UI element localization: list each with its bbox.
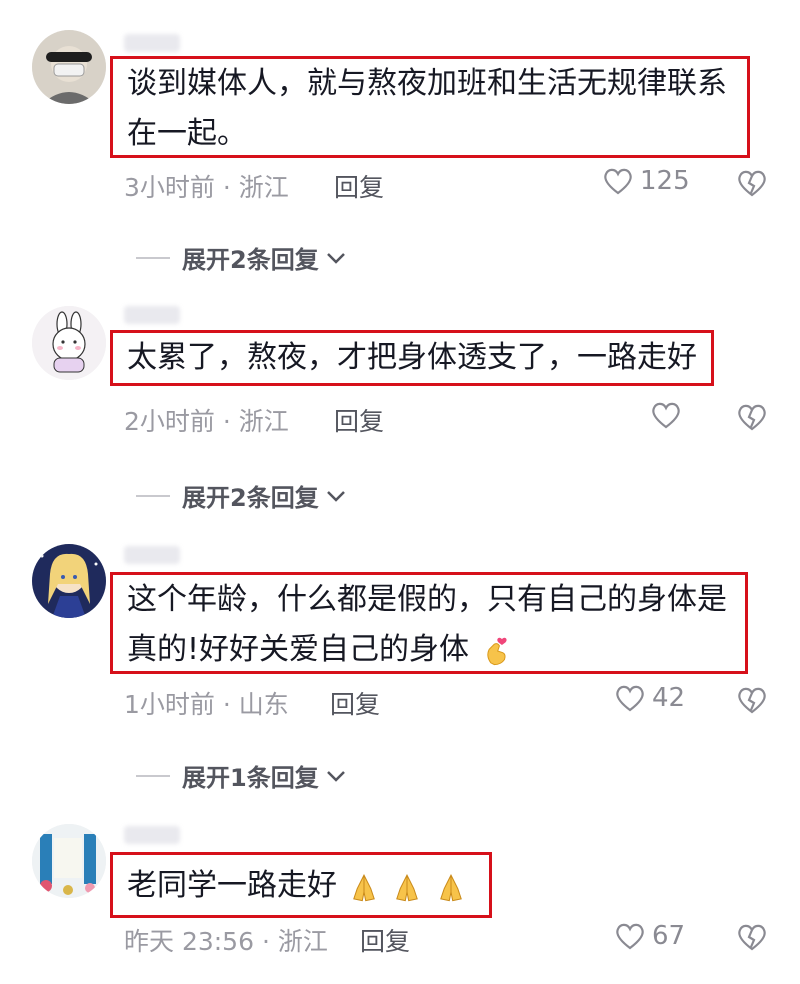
heart-icon (652, 402, 680, 429)
comment-text: 谈到媒体人，就与熬夜加班和生活无规律联系在一起。 (127, 66, 727, 151)
reply-button[interactable]: 回复 (360, 922, 410, 958)
comment-text: 老同学一路走好 (127, 861, 475, 911)
dislike-button[interactable] (736, 685, 768, 715)
broken-heart-icon (738, 924, 766, 951)
avatar-image (32, 30, 106, 104)
like-button[interactable]: 42 (614, 683, 685, 713)
username-blurred[interactable] (124, 826, 180, 844)
highlighted-comment-box: 太累了，熬夜，才把身体透支了，一路走好 (110, 330, 714, 386)
reply-button[interactable]: 回复 (330, 685, 380, 721)
like-count: 125 (640, 166, 690, 196)
finger-heart-emoji-icon (486, 637, 507, 665)
reply-button[interactable]: 回复 (334, 168, 384, 204)
chevron-down-icon (326, 252, 345, 264)
dislike-button[interactable] (736, 922, 768, 952)
comment-text: 太累了，熬夜，才把身体透支了，一路走好 (127, 340, 697, 375)
dislike-button[interactable] (736, 168, 768, 198)
comment-meta: 2小时前 · 浙江 (124, 407, 289, 436)
like-button[interactable] (650, 400, 682, 430)
dislike-button[interactable] (736, 402, 768, 432)
divider-line (136, 774, 170, 777)
comment-meta: 3小时前 · 浙江 (124, 173, 289, 202)
avatar[interactable] (32, 30, 106, 104)
expand-replies-label: 展开2条回复 (182, 484, 319, 512)
reply-button[interactable]: 回复 (334, 402, 384, 438)
avatar-image (32, 306, 106, 380)
like-button[interactable]: 125 (602, 166, 690, 196)
chevron-down-icon (326, 770, 345, 782)
comment-text-content: 这个年龄，什么都是假的，只有自己的身体是真的!好好关爱自己的身体 (127, 582, 727, 667)
heart-icon (616, 923, 644, 950)
highlighted-comment-box: 谈到媒体人，就与熬夜加班和生活无规律联系在一起。 (110, 56, 750, 158)
comment-text: 这个年龄，什么都是假的，只有自己的身体是真的!好好关爱自己的身体 (127, 575, 731, 675)
avatar[interactable] (32, 824, 106, 898)
heart-icon (616, 685, 644, 712)
chevron-down-icon (326, 490, 345, 502)
broken-heart-icon (738, 170, 766, 197)
broken-heart-icon (738, 687, 766, 714)
like-count: 67 (652, 921, 686, 951)
like-count: 42 (652, 683, 686, 713)
like-button[interactable]: 67 (614, 921, 685, 951)
comment-text-content: 老同学一路走好 (127, 868, 337, 903)
folded-hands-emoji-icon (352, 873, 375, 901)
expand-replies-button[interactable]: 展开1条回复 (136, 758, 347, 793)
heart-icon (604, 168, 632, 195)
username-blurred[interactable] (124, 34, 180, 52)
expand-replies-button[interactable]: 展开2条回复 (136, 478, 347, 513)
highlighted-comment-box: 老同学一路走好 (110, 852, 492, 918)
divider-line (136, 494, 170, 497)
comment-meta: 1小时前 · 山东 (124, 690, 289, 719)
broken-heart-icon (738, 404, 766, 431)
folded-hands-emoji-icon (439, 873, 462, 901)
folded-hands-emoji-icon (396, 873, 418, 901)
comment-meta: 昨天 23:56 · 浙江 (124, 927, 328, 956)
avatar[interactable] (32, 306, 106, 380)
highlighted-comment-box: 这个年龄，什么都是假的，只有自己的身体是真的!好好关爱自己的身体 (110, 572, 748, 674)
username-blurred[interactable] (124, 546, 180, 564)
expand-replies-label: 展开2条回复 (182, 246, 319, 274)
avatar[interactable] (32, 544, 106, 618)
avatar-image (32, 544, 106, 618)
divider-line (136, 256, 170, 259)
expand-replies-button[interactable]: 展开2条回复 (136, 240, 347, 275)
avatar-image (32, 824, 106, 898)
username-blurred[interactable] (124, 306, 180, 324)
expand-replies-label: 展开1条回复 (182, 764, 319, 792)
